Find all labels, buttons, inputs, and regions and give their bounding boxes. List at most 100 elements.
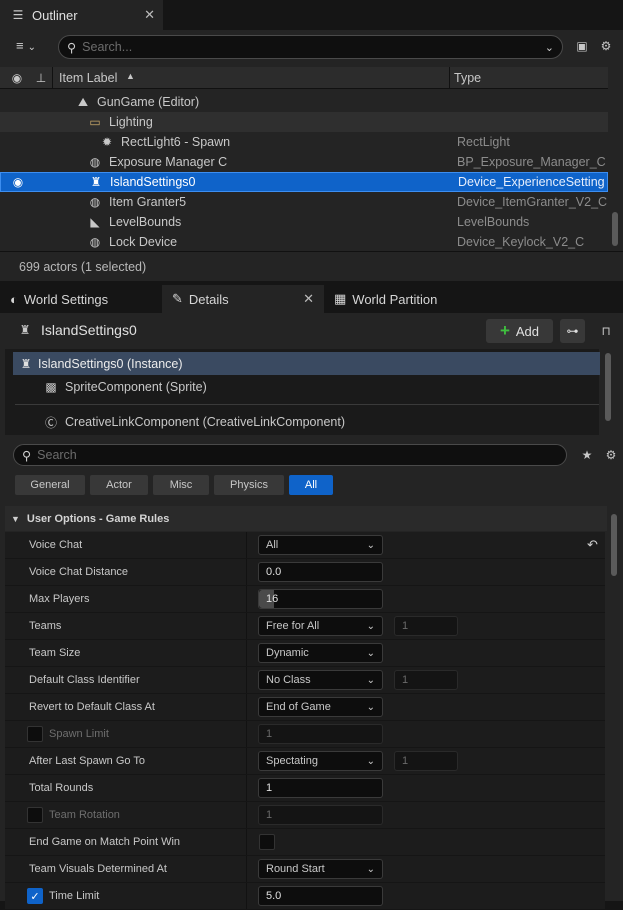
component-row-selected[interactable]: ♜ IslandSettings0 (Instance) xyxy=(13,352,600,375)
tab-world-partition[interactable]: ▦ World Partition xyxy=(324,285,447,313)
prop-after-last-spawn: After Last Spawn Go To Spectating ⌄ 1 xyxy=(5,748,605,775)
filter-misc[interactable]: Misc xyxy=(153,475,209,495)
prop-end-game-match-point: End Game on Match Point Win xyxy=(5,829,605,856)
prop-team-rotation: Team Rotation 1 xyxy=(5,802,605,829)
tree-row[interactable]: ◍ Item Granter5 Device_ItemGranter_V2_C xyxy=(0,192,608,212)
prop-total-rounds: Total Rounds 1 xyxy=(5,775,605,802)
chevron-down-icon: ⌄ xyxy=(27,42,36,53)
voice-chat-distance-field[interactable]: 0.0 xyxy=(258,562,383,582)
device-icon: ◍ xyxy=(89,155,101,169)
tab-details[interactable]: ✎ Details ✕ xyxy=(162,285,324,313)
gear-icon[interactable]: ⚙ xyxy=(598,38,614,54)
component-label: SpriteComponent (Sprite) xyxy=(65,380,207,394)
tree-row[interactable]: ◍ Lock Device Device_Keylock_V2_C xyxy=(0,232,608,252)
tree-row[interactable]: ◍ Exposure Manager C BP_Exposure_Manager… xyxy=(0,152,608,172)
visibility-eye-icon[interactable]: ◉ xyxy=(10,174,26,190)
filter-all[interactable]: All xyxy=(289,475,333,495)
filter-menu-button[interactable]: ≡ ⌄ xyxy=(16,38,36,53)
tree-row[interactable]: ⛰ GunGame (Editor) xyxy=(0,92,608,112)
filter-general[interactable]: General xyxy=(15,475,85,495)
chevron-down-icon: ⌄ xyxy=(366,620,375,632)
after-last-spawn-dropdown[interactable]: Spectating ⌄ xyxy=(258,751,383,771)
reset-to-default-icon[interactable]: ↶ xyxy=(587,537,598,553)
plus-icon: + xyxy=(499,321,510,340)
prop-default-class-identifier: Default Class Identifier No Class ⌄ 1 xyxy=(5,667,605,694)
row-type: RectLight xyxy=(457,135,510,149)
hierarchy-icon: ⊶ xyxy=(566,324,579,338)
visibility-eye-icon[interactable]: ◉ xyxy=(9,70,25,86)
dropdown-value: Dynamic xyxy=(266,647,309,659)
folder-icon: ▭ xyxy=(89,115,101,129)
time-limit-field[interactable]: 5.0 xyxy=(258,886,383,906)
prop-label: After Last Spawn Go To xyxy=(29,755,145,767)
device-icon: ◍ xyxy=(89,195,101,209)
add-component-button[interactable]: + Add xyxy=(486,319,553,343)
outliner-scrollbar[interactable] xyxy=(612,212,618,246)
outliner-search-input[interactable]: Search... xyxy=(82,40,132,54)
default-class-dropdown[interactable]: No Class ⌄ xyxy=(258,670,383,690)
section-header[interactable]: ▼ User Options - Game Rules xyxy=(5,506,607,531)
close-icon[interactable]: ✕ xyxy=(136,7,163,23)
island-settings-icon: ♜ xyxy=(90,175,102,189)
gear-icon[interactable]: ⚙ xyxy=(603,447,619,463)
row-label: Exposure Manager C xyxy=(109,155,228,169)
component-row[interactable]: ▩ SpriteComponent (Sprite) xyxy=(43,379,207,395)
tree-row[interactable]: ▭ Lighting xyxy=(0,112,608,132)
prop-team-visuals: Team Visuals Determined At Round Start ⌄ xyxy=(5,856,605,883)
tree-row-selected[interactable]: ◉ ♜ IslandSettings0 Device_ExperienceSet… xyxy=(0,172,608,192)
tab-world-settings[interactable]: ◐ World Settings xyxy=(0,285,162,313)
spawn-limit-checkbox[interactable] xyxy=(27,726,43,742)
component-row[interactable]: Ⓒ CreativeLinkComponent (CreativeLinkCom… xyxy=(43,414,345,430)
device-icon: ◍ xyxy=(89,235,101,249)
prop-label: Total Rounds xyxy=(29,782,94,794)
details-search[interactable]: ⚲ Search xyxy=(13,444,567,466)
row-type: LevelBounds xyxy=(457,215,530,229)
dropdown-value: Free for All xyxy=(266,620,320,632)
teams-dropdown[interactable]: Free for All ⌄ xyxy=(258,616,383,636)
details-scrollbar[interactable] xyxy=(611,514,617,576)
add-folder-icon[interactable]: ▣ xyxy=(574,38,590,54)
time-limit-checkbox[interactable]: ✓ xyxy=(27,888,43,904)
dropdown-value: Spectating xyxy=(266,755,318,767)
default-class-index-field: 1 xyxy=(394,670,458,690)
details-search-input[interactable]: Search xyxy=(37,448,77,462)
close-icon[interactable]: ✕ xyxy=(303,291,314,307)
total-rounds-field[interactable]: 1 xyxy=(258,778,383,798)
section-title: User Options - Game Rules xyxy=(26,512,170,525)
tree-row[interactable]: ◣ LevelBounds LevelBounds xyxy=(0,212,608,232)
team-rotation-checkbox[interactable] xyxy=(27,807,43,823)
actor-name: IslandSettings0 xyxy=(41,322,137,338)
row-label: IslandSettings0 xyxy=(110,175,196,189)
prop-label: Default Class Identifier xyxy=(29,674,140,686)
column-header-type[interactable]: Type xyxy=(454,71,481,85)
outliner-icon: ☰ xyxy=(12,8,24,22)
voice-chat-dropdown[interactable]: All ⌄ xyxy=(258,535,383,555)
dropdown-value: End of Game xyxy=(266,701,331,713)
component-label: CreativeLinkComponent (CreativeLinkCompo… xyxy=(65,415,345,429)
filter-actor[interactable]: Actor xyxy=(90,475,148,495)
prop-label: Time Limit xyxy=(49,890,100,902)
max-players-field[interactable]: 16 xyxy=(258,589,383,609)
components-scrollbar[interactable] xyxy=(605,353,611,421)
prop-label: Teams xyxy=(29,620,62,632)
filter-physics[interactable]: Physics xyxy=(214,475,284,495)
row-label: Lock Device xyxy=(109,235,178,249)
tree-row[interactable]: ✹ RectLight6 - Spawn RectLight xyxy=(0,132,608,152)
end-game-match-point-checkbox[interactable] xyxy=(259,834,275,850)
team-visuals-dropdown[interactable]: Round Start ⌄ xyxy=(258,859,383,879)
outliner-search[interactable]: ⚲ Search... ⌄ xyxy=(58,35,563,59)
lock-icon[interactable]: ⊓ xyxy=(598,323,614,339)
prop-label: Spawn Limit xyxy=(49,728,109,740)
revert-default-class-dropdown[interactable]: End of Game ⌄ xyxy=(258,697,383,717)
star-icon[interactable]: ★ xyxy=(579,447,595,463)
chevron-down-icon[interactable]: ⌄ xyxy=(545,41,554,54)
grid-icon: ▦ xyxy=(334,291,347,306)
row-label: RectLight6 - Spawn xyxy=(121,135,231,149)
blueprint-button[interactable]: ⊶ xyxy=(560,319,585,343)
column-header-item-label[interactable]: Item Label xyxy=(59,71,117,85)
light-icon: ✹ xyxy=(101,135,113,149)
team-size-dropdown[interactable]: Dynamic ⌄ xyxy=(258,643,383,663)
outliner-tab[interactable]: ☰ Outliner ✕ xyxy=(0,0,163,30)
pin-icon[interactable]: ⊥ xyxy=(33,70,49,86)
row-type: BP_Exposure_Manager_C xyxy=(457,155,606,169)
